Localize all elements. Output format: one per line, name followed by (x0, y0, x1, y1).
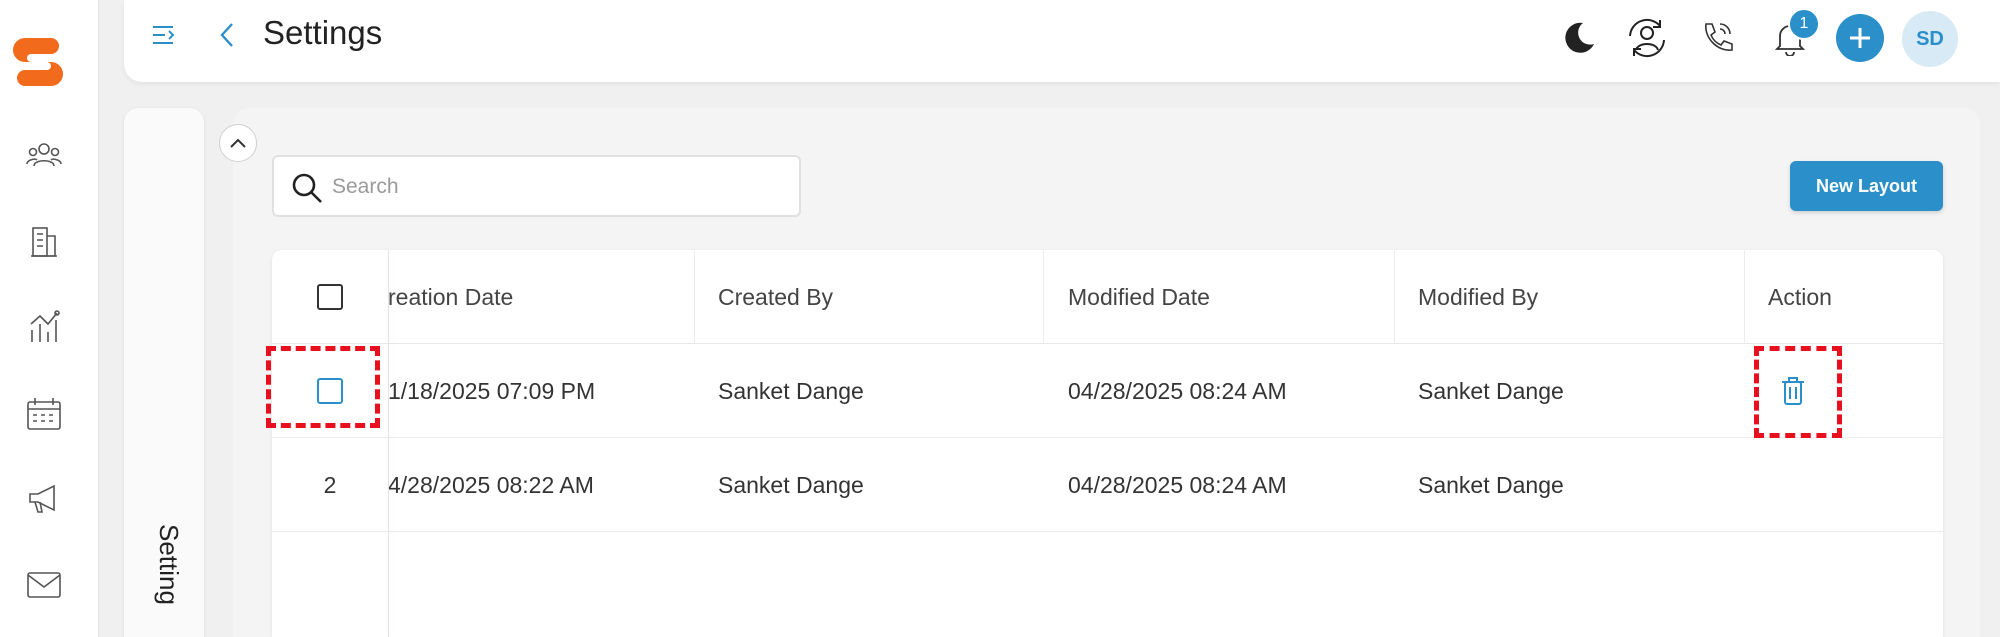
collapse-button[interactable] (219, 124, 257, 162)
table-row[interactable]: 2 4/28/2025 08:22 AM Sanket Dange 04/28/… (272, 438, 1943, 532)
highlight-box-checkbox (266, 346, 380, 428)
cell-modified-by: Sanket Dange (1418, 377, 1564, 404)
new-layout-button[interactable]: New Layout (1790, 161, 1943, 211)
plus-icon (1850, 28, 1870, 48)
add-button[interactable] (1836, 14, 1884, 62)
search-box (272, 155, 801, 217)
building-icon[interactable] (24, 221, 64, 261)
megaphone-icon[interactable] (24, 479, 64, 519)
column-divider[interactable] (1394, 250, 1395, 344)
calendar-icon[interactable] (24, 394, 64, 434)
column-divider[interactable] (694, 250, 695, 344)
row-index: 2 (323, 471, 337, 498)
select-all-cell (272, 250, 388, 344)
table-header: reation Date Created By Modified Date Mo… (272, 250, 1943, 344)
highlight-box-delete (1754, 346, 1842, 438)
cell-modified-date: 04/28/2025 08:24 AM (1068, 377, 1287, 404)
column-divider[interactable] (1043, 250, 1044, 344)
column-divider[interactable] (1744, 250, 1745, 344)
cell-created-by: Sanket Dange (718, 471, 864, 498)
left-rail (0, 0, 99, 637)
header-creation-date[interactable]: reation Date (388, 250, 513, 344)
mail-icon[interactable] (24, 565, 64, 605)
notification-badge: 1 (1788, 8, 1820, 40)
cell-creation-date: 1/18/2025 07:09 PM (388, 377, 596, 404)
analytics-icon[interactable] (24, 307, 64, 347)
dark-mode-icon[interactable] (1557, 16, 1601, 60)
layouts-table: reation Date Created By Modified Date Mo… (272, 250, 1943, 637)
cell-created-by: Sanket Dange (718, 377, 864, 404)
side-panel-label: Setting (154, 524, 184, 605)
app-logo-icon[interactable] (11, 32, 65, 86)
search-icon (292, 173, 322, 203)
page-title: Settings (263, 14, 383, 51)
table-row[interactable]: 1/18/2025 07:09 PM Sanket Dange 04/28/20… (272, 344, 1943, 438)
sticky-column-edge (388, 250, 389, 637)
cell-creation-date: 4/28/2025 08:22 AM (388, 471, 594, 498)
header-created-by[interactable]: Created By (718, 250, 833, 344)
select-all-checkbox[interactable] (317, 284, 343, 310)
cell-modified-by: Sanket Dange (1418, 471, 1564, 498)
menu-toggle-icon[interactable] (149, 20, 179, 50)
header-action: Action (1768, 283, 1832, 310)
users-icon[interactable] (24, 135, 64, 175)
search-input[interactable] (332, 165, 782, 209)
chevron-up-icon (230, 138, 246, 148)
avatar[interactable]: SD (1902, 11, 1958, 67)
header-modified-date[interactable]: Modified Date (1068, 250, 1210, 344)
back-arrow-icon[interactable] (212, 20, 242, 50)
cell-modified-date: 04/28/2025 08:24 AM (1068, 471, 1287, 498)
header-modified-by[interactable]: Modified By (1418, 250, 1538, 344)
user-sync-icon[interactable] (1625, 16, 1669, 60)
phone-icon[interactable] (1695, 16, 1739, 60)
